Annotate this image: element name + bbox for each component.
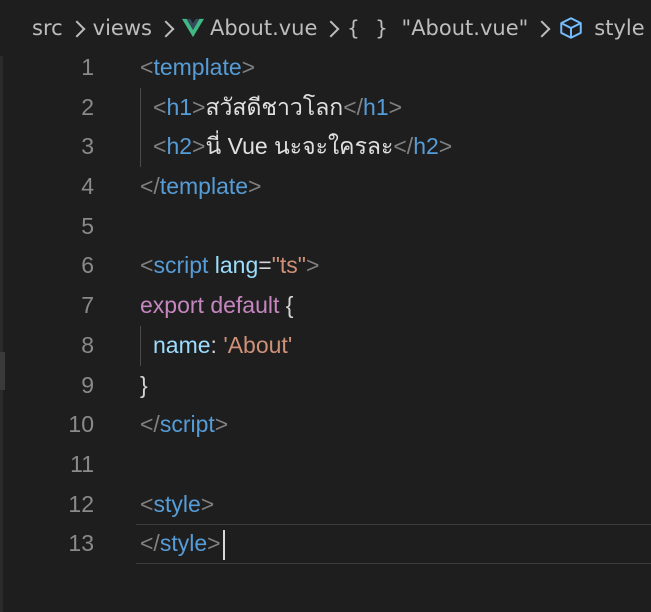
chevron-right-icon xyxy=(322,20,340,38)
line-number: 2 xyxy=(81,93,94,120)
line-number: 6 xyxy=(81,252,94,279)
code-line-5[interactable]: 5 xyxy=(0,207,651,247)
code-text: <h1>สวัสดีชาวโลก</h1> xyxy=(140,87,402,128)
code-line-2[interactable]: 2 <h1>สวัสดีชาวโลก</h1> xyxy=(0,87,651,128)
breadcrumb-file-label: About.vue xyxy=(209,16,318,40)
breadcrumb-file[interactable]: About.vue xyxy=(181,16,318,40)
code-text: <template> xyxy=(140,54,256,80)
line-number: 7 xyxy=(81,292,94,319)
code-line-13[interactable]: 13 </style> xyxy=(0,524,651,564)
breadcrumb-style-label: style xyxy=(594,16,645,40)
code-text: </style> xyxy=(140,524,225,564)
text-cursor xyxy=(222,530,225,561)
chevron-right-icon xyxy=(68,20,86,38)
code-text: <script lang="ts"> xyxy=(140,252,320,279)
code-text: <h2>นี่ Vue นะจะใครละ</h2> xyxy=(140,127,452,168)
braces-icon: { } xyxy=(347,16,390,40)
breadcrumb-style[interactable]: style xyxy=(558,15,645,41)
line-number: 9 xyxy=(81,371,94,398)
breadcrumb-symbol[interactable]: { } "About.vue" xyxy=(347,16,528,40)
code-text: </template> xyxy=(140,173,262,200)
code-line-8[interactable]: 8 name: 'About' xyxy=(0,325,651,366)
line-number: 11 xyxy=(70,450,94,477)
vue-logo-icon xyxy=(181,18,204,38)
chevron-right-icon xyxy=(533,20,551,38)
line-number: 5 xyxy=(81,212,94,239)
code-text: name: 'About' xyxy=(140,325,292,366)
line-number: 3 xyxy=(81,133,94,160)
breadcrumb-src[interactable]: src xyxy=(32,16,63,40)
code-line-11[interactable]: 11 xyxy=(0,445,651,485)
line-number: 4 xyxy=(81,173,94,200)
line-number: 12 xyxy=(68,490,94,517)
code-line-10[interactable]: 10 </script> xyxy=(0,405,651,445)
line-number: 1 xyxy=(81,54,94,80)
line-number: 10 xyxy=(68,411,94,438)
code-line-4[interactable]: 4 </template> xyxy=(0,167,651,207)
code-text: } xyxy=(140,371,148,398)
code-line-1[interactable]: 1 <template> xyxy=(0,48,651,88)
chevron-right-icon xyxy=(157,20,175,38)
code-text: export default { xyxy=(140,292,294,319)
code-line-3[interactable]: 3 <h2>นี่ Vue นะจะใครละ</h2> xyxy=(0,127,651,168)
code-line-6[interactable]: 6 <script lang="ts"> xyxy=(0,246,651,286)
code-line-12[interactable]: 12 <style> xyxy=(0,485,651,525)
cube-icon xyxy=(560,17,583,39)
code-line-7[interactable]: 7 export default { xyxy=(0,286,651,326)
code-text: </script> xyxy=(140,411,229,438)
breadcrumb-views[interactable]: views xyxy=(93,16,152,40)
code-line-9[interactable]: 9 } xyxy=(0,366,651,406)
line-number: 8 xyxy=(81,331,94,358)
line-number: 13 xyxy=(68,530,94,557)
breadcrumb-symbol-label: "About.vue" xyxy=(401,16,529,40)
code-text: <style> xyxy=(140,490,215,517)
code-editor[interactable]: 1 <template> 2 <h1>สวัสดีชาวโลก</h1> 3 <… xyxy=(0,48,651,564)
